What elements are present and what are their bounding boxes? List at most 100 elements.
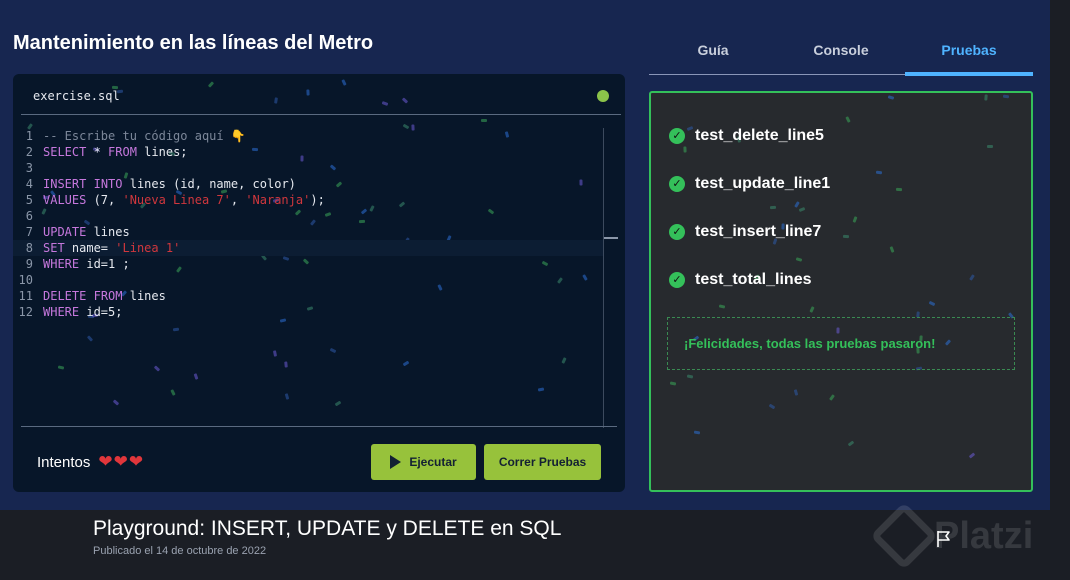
code-token: lines (id, name, color) xyxy=(122,177,296,191)
code-token: 'Naranja' xyxy=(245,193,311,207)
code-line: 9 WHERE id=1 ; xyxy=(13,256,603,272)
code-line: 1 -- Escribe tu código aquí 👇 xyxy=(13,128,603,144)
confetti-particle xyxy=(693,430,701,435)
code-line: 6 xyxy=(13,208,603,224)
code-token: lines xyxy=(122,289,166,303)
line-number: 12 xyxy=(18,305,33,319)
check-circle-icon: ✓ xyxy=(669,176,685,192)
confetti-particle xyxy=(1002,94,1010,99)
code-token: name= xyxy=(64,241,116,255)
code-input[interactable]: 1 -- Escribe tu código aquí 👇 2 SELECT * FR… xyxy=(13,128,603,428)
confetti-particle xyxy=(969,274,975,281)
code-line: 3 xyxy=(13,160,603,176)
confetti-particle xyxy=(895,187,903,192)
tab-guia[interactable]: Guía xyxy=(649,30,777,74)
run-button[interactable]: Ejecutar xyxy=(371,444,476,480)
code-token: 'Nueva Linea 7' xyxy=(122,193,231,207)
code-token: id=1 ; xyxy=(79,257,130,271)
hearts-icon: ❤❤❤ xyxy=(98,452,145,471)
code-line: 8 SET name= 'Linea 1' xyxy=(13,240,603,256)
code-token: WHERE xyxy=(43,257,80,271)
code-token: SELECT xyxy=(43,145,87,159)
code-line: 2 SELECT * FROM lines; xyxy=(13,144,603,160)
confetti-particle xyxy=(875,170,883,175)
page-title: Mantenimiento en las líneas del Metro xyxy=(13,32,374,54)
right-scroll-strip xyxy=(1050,0,1070,510)
confetti-particle xyxy=(852,216,858,223)
code-token: FROM xyxy=(93,289,123,303)
editor-header: exercise.sql xyxy=(21,74,621,115)
line-number: 6 xyxy=(25,209,33,223)
filename-label: exercise.sql xyxy=(33,89,120,103)
tab-console[interactable]: Console xyxy=(777,30,905,74)
code-token: -- Escribe tu código aquí 👇 xyxy=(43,129,246,143)
code-token: VALUES xyxy=(43,193,87,207)
confetti-particle xyxy=(769,205,777,210)
code-line: 4 INSERT INTO lines (id, name, color) xyxy=(13,176,603,192)
attempts-indicator: Intentos ❤❤❤ xyxy=(37,452,144,472)
confetti-particle xyxy=(889,246,895,253)
editor-divider xyxy=(21,426,617,427)
code-line: 12 WHERE id=5; xyxy=(13,304,603,320)
platzi-logo-icon xyxy=(870,502,938,570)
code-token: 'Linea 1' xyxy=(115,241,181,255)
confetti-particle xyxy=(669,381,677,386)
code-token: WHERE xyxy=(43,305,80,319)
code-token: UPDATE xyxy=(43,225,87,239)
test-name: test_insert_line7 xyxy=(695,223,822,240)
line-number: 3 xyxy=(25,161,33,175)
line-number: 5 xyxy=(25,193,33,207)
code-token: id=5; xyxy=(79,305,123,319)
test-item: ✓ test_total_lines xyxy=(669,271,811,289)
confetti-particle xyxy=(968,452,976,459)
code-token: lines xyxy=(86,225,130,239)
editor-scrollbar[interactable] xyxy=(603,128,618,428)
test-results-panel: ✓ test_delete_line5 ✓ test_update_line1 … xyxy=(649,91,1033,492)
confetti-particle xyxy=(481,119,487,122)
code-token: SET xyxy=(43,241,65,255)
code-line: 5 VALUES (7, 'Nueva Linea 7', 'Naranja'); xyxy=(13,192,603,208)
test-name: test_update_line1 xyxy=(695,175,831,192)
flag-icon[interactable] xyxy=(936,530,952,548)
run-tests-button[interactable]: Correr Pruebas xyxy=(484,444,601,480)
confetti-particle xyxy=(928,300,936,307)
line-number: 10 xyxy=(18,273,33,287)
confetti-particle xyxy=(847,440,855,447)
code-token: INSERT xyxy=(43,177,87,191)
confetti-particle xyxy=(686,374,694,379)
code-token: , xyxy=(230,193,246,207)
line-number: 8 xyxy=(25,241,33,255)
check-circle-icon: ✓ xyxy=(669,128,685,144)
code-editor: exercise.sql 1 -- Escribe tu código aquí … xyxy=(13,74,625,492)
platzi-watermark: Platzi xyxy=(870,502,1033,570)
confetti-particle xyxy=(829,394,835,401)
test-name: test_delete_line5 xyxy=(695,127,824,144)
line-number: 11 xyxy=(18,289,33,303)
confetti-particle xyxy=(683,146,687,153)
confetti-particle xyxy=(795,257,803,262)
code-token: lines; xyxy=(136,145,188,159)
status-dot-icon xyxy=(597,90,609,102)
line-number: 7 xyxy=(25,225,33,239)
test-item: ✓ test_insert_line7 xyxy=(669,223,821,241)
code-token: ); xyxy=(310,193,325,207)
check-circle-icon: ✓ xyxy=(669,272,685,288)
code-line: 7 UPDATE lines xyxy=(13,224,603,240)
code-token: INTO xyxy=(93,177,123,191)
video-date: Publicado el 14 de octubre de 2022 xyxy=(93,545,267,557)
test-name: test_total_lines xyxy=(695,271,812,288)
run-button-label: Ejecutar xyxy=(409,455,457,469)
confetti-particle xyxy=(768,403,776,410)
panel-tabs: Guía Console Pruebas xyxy=(649,30,1033,76)
code-line: 11 DELETE FROM lines xyxy=(13,288,603,304)
tab-pruebas[interactable]: Pruebas xyxy=(905,30,1033,76)
attempts-label: Intentos xyxy=(37,453,91,471)
video-title: Playground: INSERT, UPDATE y DELETE en S… xyxy=(93,517,562,540)
video-info-bar: Platzi Playground: INSERT, UPDATE y DELE… xyxy=(0,502,1070,580)
success-message: ¡Felicidades, todas las pruebas pasaron! xyxy=(667,317,1015,370)
test-item: ✓ test_update_line1 xyxy=(669,175,830,193)
test-item: ✓ test_delete_line5 xyxy=(669,127,824,145)
scroll-thumb[interactable] xyxy=(604,237,618,239)
